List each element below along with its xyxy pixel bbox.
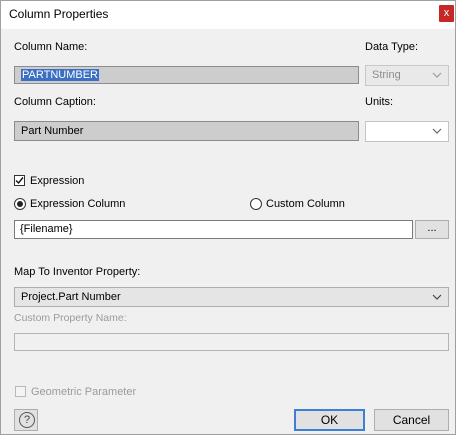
- map-property-label: Map To Inventor Property:: [14, 266, 141, 278]
- column-name-value: PARTNUMBER: [21, 69, 99, 81]
- chevron-down-icon: [432, 294, 442, 300]
- title-bar: Column Properties x: [1, 1, 455, 29]
- column-caption-input[interactable]: Part Number: [14, 121, 359, 141]
- window-title: Column Properties: [9, 7, 109, 21]
- geometric-parameter-checkbox[interactable]: [15, 386, 26, 397]
- column-properties-dialog: Column Properties x Column Name: Data Ty…: [0, 0, 456, 435]
- help-button[interactable]: ?: [14, 409, 38, 431]
- custom-property-label: Custom Property Name:: [14, 312, 127, 324]
- expression-input[interactable]: {Filename}: [14, 220, 413, 239]
- geometric-parameter-label: Geometric Parameter: [31, 386, 137, 398]
- map-property-select[interactable]: Project.Part Number: [14, 287, 449, 307]
- custom-column-label: Custom Column: [266, 198, 345, 210]
- column-name-label: Column Name:: [14, 41, 88, 53]
- browse-button[interactable]: ...: [415, 220, 449, 239]
- units-label: Units:: [365, 96, 394, 108]
- expression-value: {Filename}: [20, 223, 73, 235]
- expression-checkbox[interactable]: [14, 175, 25, 186]
- column-caption-label: Column Caption:: [14, 96, 96, 108]
- data-type-value: String: [372, 69, 401, 81]
- data-type-select[interactable]: String: [365, 65, 449, 86]
- chevron-down-icon: [432, 128, 442, 134]
- checkmark-icon: [15, 177, 24, 185]
- units-select[interactable]: [365, 121, 449, 142]
- column-caption-value: Part Number: [21, 125, 84, 137]
- custom-column-radio[interactable]: [250, 198, 262, 210]
- help-icon: ?: [19, 412, 35, 428]
- column-name-input[interactable]: PARTNUMBER: [14, 66, 359, 84]
- expression-column-label: Expression Column: [30, 198, 126, 210]
- cancel-button[interactable]: Cancel: [374, 409, 449, 431]
- data-type-label: Data Type:: [365, 41, 418, 53]
- radio-selected-dot: [17, 201, 23, 207]
- expression-column-radio[interactable]: [14, 198, 26, 210]
- expression-checkbox-label: Expression: [30, 175, 85, 187]
- chevron-down-icon: [432, 72, 442, 78]
- ok-button[interactable]: OK: [294, 409, 365, 431]
- close-button[interactable]: x: [439, 5, 454, 22]
- close-icon: x: [443, 7, 450, 19]
- custom-property-input[interactable]: [14, 333, 449, 351]
- map-property-value: Project.Part Number: [21, 291, 121, 303]
